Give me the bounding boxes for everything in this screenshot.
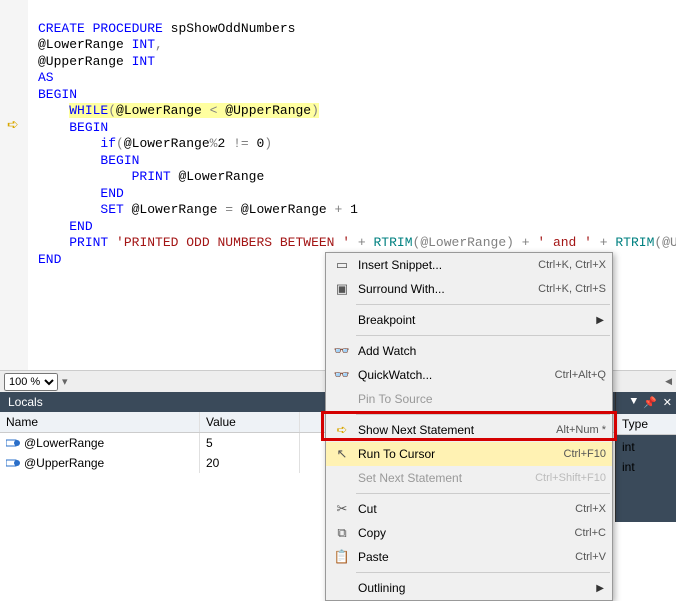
quickwatch-icon: 👓	[330, 367, 354, 383]
menu-run-to-cursor[interactable]: ↖ Run To Cursor Ctrl+F10	[326, 442, 612, 466]
menu-surround-with[interactable]: ▣ Surround With... Ctrl+K, Ctrl+S	[326, 277, 612, 301]
current-statement-arrow-icon: ➪	[7, 117, 19, 134]
menu-add-watch[interactable]: 👓 Add Watch	[326, 339, 612, 363]
side-panel: ▼ 📌 ✕ Type int int	[616, 392, 676, 522]
paste-icon: 📋	[330, 549, 354, 565]
side-row: int	[616, 437, 676, 457]
context-menu: ▭ Insert Snippet... Ctrl+K, Ctrl+X ▣ Sur…	[325, 252, 613, 601]
scroll-left-icon[interactable]: ◀	[665, 376, 672, 387]
menu-separator	[356, 304, 610, 305]
editor-gutter	[0, 0, 28, 370]
menu-show-next-statement[interactable]: ➪ Show Next Statement Alt+Num *	[326, 418, 612, 442]
menu-paste[interactable]: 📋 Paste Ctrl+V	[326, 545, 612, 569]
menu-insert-snippet[interactable]: ▭ Insert Snippet... Ctrl+K, Ctrl+X	[326, 253, 612, 277]
pin-icon[interactable]: 📌	[643, 396, 657, 410]
copy-icon: ⧉	[330, 525, 354, 541]
menu-separator	[356, 414, 610, 415]
cursor-icon: ↖	[330, 446, 354, 462]
locals-header-name[interactable]: Name	[0, 412, 200, 432]
submenu-arrow-icon: ▶	[596, 315, 604, 326]
variable-icon	[6, 438, 20, 448]
side-row: int	[616, 457, 676, 477]
menu-outlining[interactable]: Outlining ▶	[326, 576, 612, 600]
menu-cut[interactable]: ✂ Cut Ctrl+X	[326, 497, 612, 521]
dropdown-icon[interactable]: ▼	[630, 396, 637, 410]
side-header-type[interactable]: Type	[616, 414, 676, 435]
menu-pin-to-source: Pin To Source	[326, 387, 612, 411]
menu-separator	[356, 572, 610, 573]
submenu-arrow-icon: ▶	[596, 583, 604, 594]
next-statement-icon: ➪	[330, 422, 354, 438]
zoom-decrease-icon[interactable]: ▾	[62, 375, 68, 388]
locals-header-value[interactable]: Value	[200, 412, 300, 432]
watch-icon: 👓	[330, 343, 354, 359]
surround-icon: ▣	[330, 281, 354, 297]
menu-separator	[356, 335, 610, 336]
menu-separator	[356, 493, 610, 494]
close-icon[interactable]: ✕	[663, 396, 672, 410]
menu-quickwatch[interactable]: 👓 QuickWatch... Ctrl+Alt+Q	[326, 363, 612, 387]
snippet-icon: ▭	[330, 257, 354, 273]
menu-set-next-statement: Set Next Statement Ctrl+Shift+F10	[326, 466, 612, 490]
code-content: CREATE PROCEDURE spShowOddNumbers @Lower…	[0, 0, 676, 285]
menu-breakpoint[interactable]: Breakpoint ▶	[326, 308, 612, 332]
cut-icon: ✂	[330, 501, 354, 517]
menu-copy[interactable]: ⧉ Copy Ctrl+C	[326, 521, 612, 545]
variable-icon	[6, 458, 20, 468]
zoom-select[interactable]: 100 %	[4, 373, 58, 391]
